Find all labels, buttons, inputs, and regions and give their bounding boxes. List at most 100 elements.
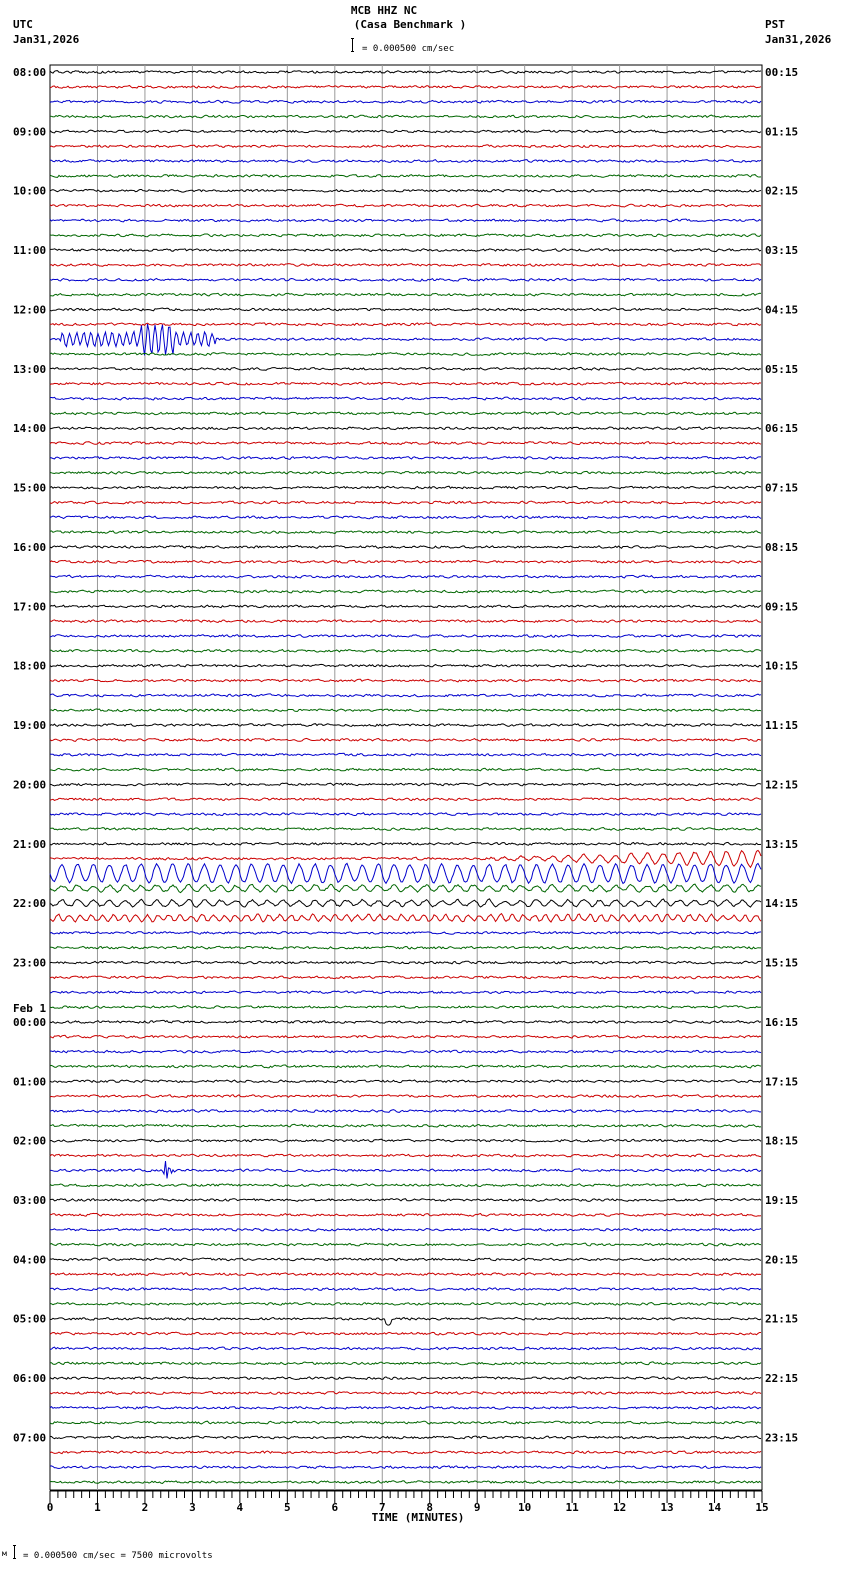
seismic-trace	[49, 455, 761, 460]
seismic-trace	[49, 898, 762, 908]
seismic-trace	[49, 1405, 762, 1410]
hour-label-utc: 22:00	[13, 897, 46, 910]
hour-label-utc: 18:00	[13, 660, 46, 673]
seismic-trace	[49, 1138, 762, 1143]
hour-label-pst: 05:15	[765, 363, 798, 376]
seismic-trace	[49, 737, 762, 742]
hour-label-utc: 02:00	[13, 1135, 46, 1148]
seismic-trace	[49, 960, 761, 965]
hour-label-utc: 12:00	[13, 303, 46, 316]
seismic-trace	[49, 945, 761, 950]
seismic-trace	[49, 233, 762, 238]
x-tick-label: 0	[47, 1501, 54, 1514]
seismic-trace	[49, 1316, 762, 1326]
seismic-trace	[49, 708, 762, 713]
hour-label-utc: 09:00	[13, 125, 46, 138]
hour-label-pst: 17:15	[765, 1075, 798, 1088]
seismic-trace	[50, 1160, 762, 1179]
hour-label-pst: 23:15	[765, 1431, 798, 1444]
x-tick-label: 5	[284, 1501, 291, 1514]
hour-label-utc: 04:00	[13, 1253, 46, 1266]
seismic-trace	[49, 84, 762, 89]
seismic-trace	[49, 619, 762, 624]
seismic-trace	[49, 144, 762, 149]
seismic-trace	[49, 485, 762, 490]
x-tick-label: 4	[237, 1501, 244, 1514]
x-tick-label: 3	[189, 1501, 196, 1514]
hour-label-pst: 02:15	[765, 185, 798, 198]
x-tick-label: 9	[474, 1501, 481, 1514]
seismic-trace	[50, 159, 762, 163]
hour-label-pst: 12:15	[765, 778, 798, 791]
hour-label-pst: 20:15	[765, 1253, 798, 1266]
seismic-trace	[49, 930, 762, 935]
seismic-trace	[49, 114, 762, 119]
seismic-trace	[49, 515, 762, 520]
hour-label-pst: 03:15	[765, 244, 798, 257]
hour-label-utc: 08:00	[13, 66, 46, 79]
x-tick-label: 12	[613, 1501, 626, 1514]
seismic-trace	[49, 782, 762, 787]
seismic-trace	[49, 990, 762, 995]
hour-label-utc: 00:00	[13, 1016, 46, 1029]
hour-label-utc: 15:00	[13, 482, 46, 495]
seismic-trace	[49, 862, 762, 885]
seismic-trace	[49, 1094, 762, 1098]
hour-label-pst: 14:15	[765, 897, 798, 910]
seismic-trace	[49, 1064, 762, 1069]
seismic-trace	[49, 604, 762, 609]
seismic-trace	[49, 1212, 762, 1217]
hour-label-utc: 11:00	[13, 244, 46, 257]
hour-label-pst: 08:15	[765, 541, 798, 554]
seismic-trace	[49, 1123, 762, 1128]
footer-scale-bar-icon	[13, 1545, 16, 1559]
seismic-trace	[49, 812, 762, 817]
hour-label-utc: 03:00	[13, 1194, 46, 1207]
seismic-trace	[49, 99, 762, 104]
x-tick-label: 11	[566, 1501, 580, 1514]
seismic-trace	[49, 975, 762, 980]
footer-scale-prefix: м	[2, 1549, 7, 1558]
hour-label-utc: 07:00	[13, 1431, 46, 1444]
seismic-trace	[50, 322, 762, 327]
seismic-trace	[49, 307, 762, 312]
seismic-trace	[49, 1465, 762, 1470]
hour-label-utc: 21:00	[13, 838, 46, 851]
hour-label-pst: 09:15	[765, 600, 798, 613]
hour-label-pst: 11:15	[765, 719, 798, 732]
x-tick-label: 1	[94, 1501, 101, 1514]
seismic-trace	[49, 1450, 762, 1455]
hour-label-utc: 19:00	[13, 719, 46, 732]
seismic-trace	[49, 559, 762, 564]
seismic-trace	[49, 1019, 762, 1024]
seismic-trace	[49, 693, 762, 698]
seismic-trace	[49, 1420, 761, 1425]
seismic-trace	[49, 323, 762, 356]
seismic-trace	[49, 174, 762, 178]
seismic-trace	[49, 530, 762, 535]
hour-label-pst: 01:15	[765, 125, 798, 138]
helicorder-plot: 08:00 09:00 10:00 11:00 12:00 13:00 14:00 15:00…	[13, 64, 798, 1524]
hour-label-pst: 19:15	[765, 1194, 798, 1207]
seismic-trace	[49, 352, 762, 356]
seismic-trace	[49, 723, 762, 727]
x-tick-label: 15	[755, 1501, 768, 1514]
seismic-trace	[49, 826, 762, 831]
seismic-trace	[49, 1183, 762, 1188]
hour-label-utc: 16:00	[13, 541, 46, 554]
hour-label-utc: 17:00	[13, 600, 46, 613]
seismic-trace	[49, 411, 762, 416]
seismic-trace	[49, 841, 762, 846]
seismic-trace	[49, 1331, 761, 1336]
seismic-trace	[49, 426, 762, 431]
hour-label-pst: 04:15	[765, 303, 798, 316]
seismic-trace	[49, 767, 762, 772]
date-change-label: Feb 1	[13, 1002, 46, 1015]
seismic-trace	[49, 1049, 762, 1054]
seismic-trace	[49, 1287, 762, 1292]
seismic-trace	[49, 1272, 762, 1277]
hour-label-utc: 13:00	[13, 363, 46, 376]
x-tick-label: 13	[660, 1501, 673, 1514]
seismic-trace	[49, 544, 762, 549]
seismic-trace	[49, 1198, 762, 1202]
